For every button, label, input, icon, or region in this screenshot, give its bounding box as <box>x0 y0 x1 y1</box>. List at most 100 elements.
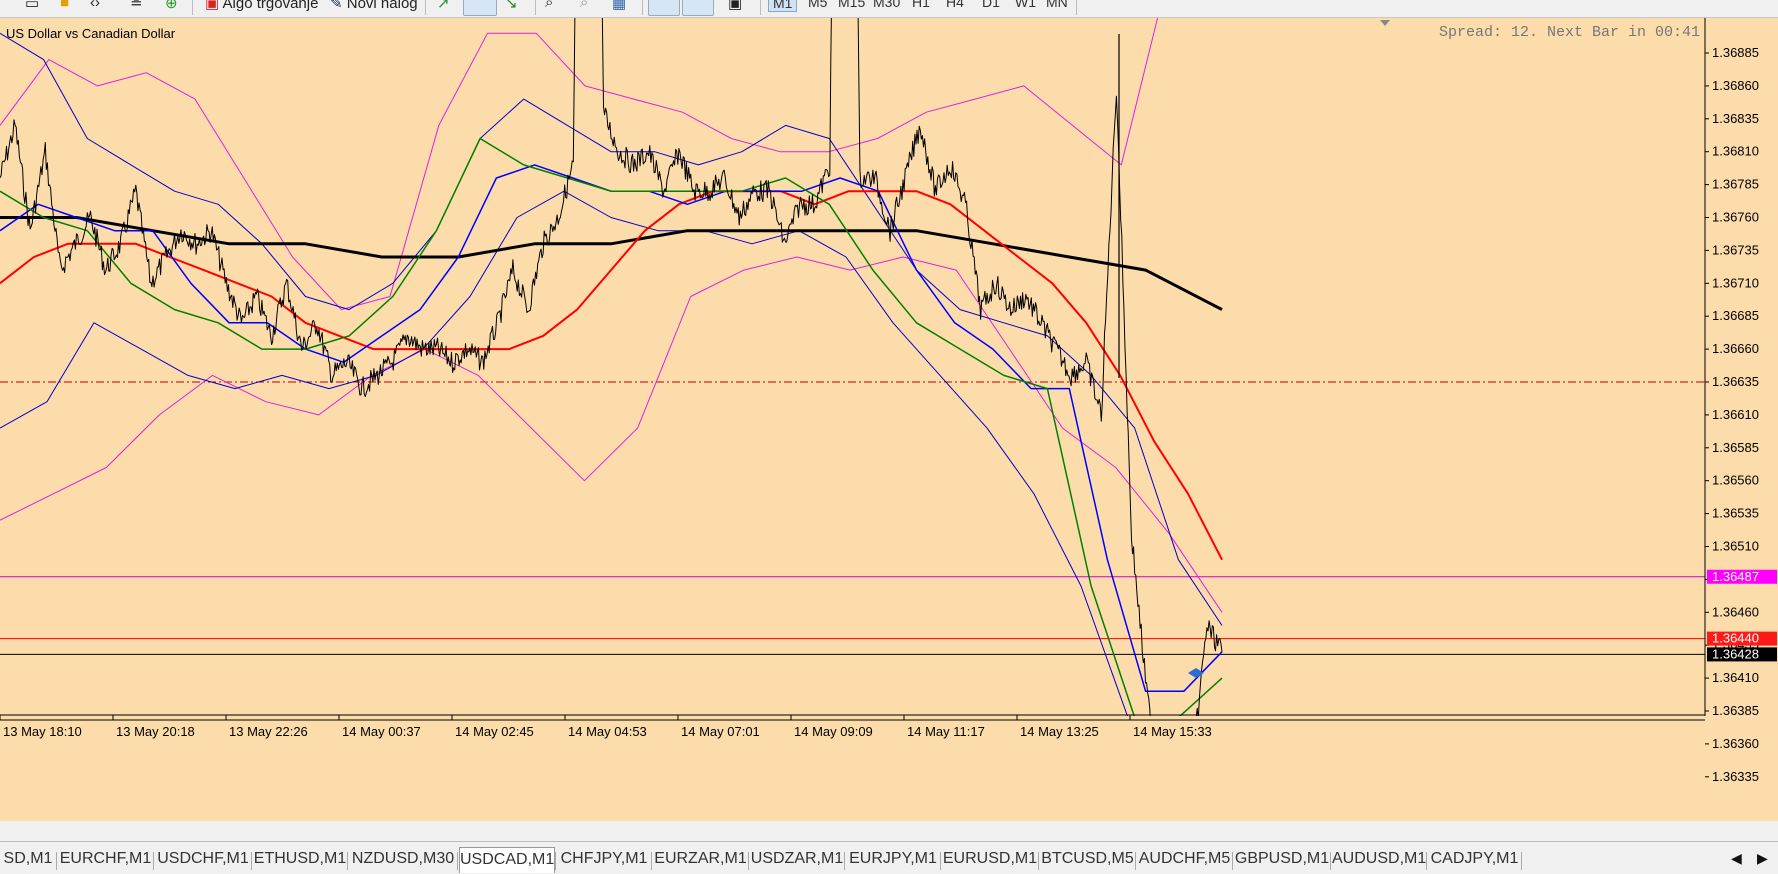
price-label: 1.36428 <box>1712 646 1759 661</box>
buy-icon[interactable]: ↗ <box>437 0 450 14</box>
tab-usdzar-m1[interactable]: USDZAR,M1 <box>750 850 844 872</box>
tab-audusd-m1[interactable]: AUDUSD,M1 <box>1332 850 1426 872</box>
tab-usdcad-m1[interactable]: USDCAD,M1 <box>459 847 555 873</box>
y-tick-label: 1.36460 <box>1712 604 1759 619</box>
zoom-in-icon[interactable]: ⌕ <box>545 0 553 14</box>
timeframe-m30[interactable]: M30 <box>873 0 900 10</box>
tab-eurzar-m1[interactable]: EURZAR,M1 <box>653 850 748 872</box>
tab-separator <box>153 852 154 870</box>
timeframe-m15[interactable]: M15 <box>838 0 865 10</box>
x-tick-label: 13 May 18:10 <box>3 724 82 739</box>
spread-info: Spread: 12. Next Bar in 00:41 <box>1439 24 1700 41</box>
x-tick-label: 14 May 09:09 <box>794 724 873 739</box>
chart-title: US Dollar vs Canadian Dollar <box>6 26 176 41</box>
tab-scroll-right-icon[interactable]: ▶ <box>1757 850 1768 867</box>
tab-separator <box>56 852 57 870</box>
x-tick-label: 13 May 22:26 <box>229 724 308 739</box>
price-label: 1.36440 <box>1712 631 1759 646</box>
tab-separator <box>347 852 348 870</box>
tab-nzdusd-m30[interactable]: NZDUSD,M30 <box>349 850 457 872</box>
tab-eurjpy-m1[interactable]: EURJPY,M1 <box>846 850 940 872</box>
timeframe-w1[interactable]: W1 <box>1015 0 1036 10</box>
tab-navigation: ◀ ▶ <box>1723 848 1778 872</box>
y-tick-label: 1.36410 <box>1712 670 1759 685</box>
add-chart-icon[interactable]: ⊕ <box>165 0 178 14</box>
x-tick-label: 14 May 13:25 <box>1020 724 1099 739</box>
x-tick-label: 14 May 04:53 <box>568 724 647 739</box>
new-order-button[interactable]: ✎ Novi nalog <box>330 0 418 14</box>
chart-window[interactable]: US Dollar vs Canadian Dollar Spread: 12. … <box>0 18 1778 821</box>
tab-separator <box>1330 852 1331 870</box>
y-tick-label: 1.36685 <box>1712 308 1759 323</box>
tab-separator <box>844 852 845 870</box>
timeframe-m5[interactable]: M5 <box>808 0 827 10</box>
ide-icon[interactable]: ▭ <box>25 0 39 14</box>
tab-separator <box>555 852 556 870</box>
algo-label: Algo trgovanje <box>222 0 319 12</box>
tab-gbpusd-m1[interactable]: GBPUSD,M1 <box>1234 850 1330 872</box>
y-tick-label: 1.36635 <box>1712 374 1759 389</box>
y-tick-label: 1.36810 <box>1712 144 1759 159</box>
chart-tabs-bar: SD,M1 EURCHF,M1 USDCHF,M1 ETHUSD,M1 NZDUSD,M… <box>0 841 1778 874</box>
y-tick-label: 1.36360 <box>1712 736 1759 751</box>
tab-sd-m1[interactable]: SD,M1 <box>0 850 56 872</box>
y-tick-label: 1.36660 <box>1712 341 1759 356</box>
y-tick-label: 1.36760 <box>1712 210 1759 225</box>
chart-background <box>0 18 1778 821</box>
tab-separator <box>940 852 941 870</box>
tab-separator <box>1038 852 1039 870</box>
grid-button[interactable] <box>648 0 680 16</box>
y-tick-label: 1.36735 <box>1712 242 1759 257</box>
y-tick-label: 1.36335 <box>1712 769 1759 784</box>
volumes-button[interactable] <box>682 0 714 16</box>
y-tick-label: 1.36885 <box>1712 45 1759 60</box>
tab-separator <box>651 852 652 870</box>
tab-chfjpy-m1[interactable]: CHFJPY,M1 <box>557 850 651 872</box>
timeframe-d1[interactable]: D1 <box>982 0 1000 10</box>
price-label: 1.36487 <box>1712 569 1759 584</box>
x-tick-label: 14 May 07:01 <box>681 724 760 739</box>
chart-type-button[interactable] <box>463 0 497 16</box>
zoom-out-icon[interactable]: ⌕ <box>580 0 588 14</box>
algo-trading-button[interactable]: ▣ Algo trgovanje <box>205 0 318 14</box>
tab-separator <box>457 852 458 870</box>
tab-cadjpy-m1[interactable]: CADJPY,M1 <box>1428 850 1521 872</box>
tab-ethusd-m1[interactable]: ETHUSD,M1 <box>253 850 347 872</box>
y-tick-label: 1.36385 <box>1712 703 1759 718</box>
sell-icon[interactable]: ↘ <box>505 0 518 14</box>
y-tick-label: 1.36860 <box>1712 78 1759 93</box>
timeframe-h1[interactable]: H1 <box>912 0 930 10</box>
x-tick-label: 13 May 20:18 <box>116 724 195 739</box>
profile-icon[interactable]: ≜ <box>130 0 143 14</box>
y-tick-label: 1.36510 <box>1712 539 1759 554</box>
tab-separator <box>748 852 749 870</box>
tab-separator <box>1232 852 1233 870</box>
tab-usdchf-m1[interactable]: USDCHF,M1 <box>155 850 251 872</box>
y-tick-label: 1.36560 <box>1712 473 1759 488</box>
x-tick-label: 14 May 15:33 <box>1133 724 1212 739</box>
timeframe-m1[interactable]: M1 <box>768 0 798 12</box>
y-tick-label: 1.36535 <box>1712 506 1759 521</box>
toolbar: ▭ ■ ‹› ≜ ⊕ ▣ Algo trgovanje ✎ Novi nalog… <box>0 0 1778 18</box>
folder-icon[interactable]: ■ <box>60 0 69 14</box>
tab-eurchf-m1[interactable]: EURCHF,M1 <box>58 850 153 872</box>
tab-eurusd-m1[interactable]: EURUSD,M1 <box>942 850 1038 872</box>
y-tick-label: 1.36710 <box>1712 275 1759 290</box>
tab-scroll-left-icon[interactable]: ◀ <box>1731 850 1742 867</box>
tile-icon[interactable]: ▦ <box>612 0 626 14</box>
y-tick-label: 1.36785 <box>1712 177 1759 192</box>
tab-separator <box>251 852 252 870</box>
y-tick-label: 1.36585 <box>1712 440 1759 455</box>
algo-stop-icon: ▣ <box>205 0 220 12</box>
timeframe-mn[interactable]: MN <box>1046 0 1068 10</box>
timeframe-h4[interactable]: H4 <box>946 0 964 10</box>
new-order-label: Novi nalog <box>346 0 418 12</box>
tab-audchf-m5[interactable]: AUDCHF,M5 <box>1137 850 1232 872</box>
new-order-icon: ✎ <box>330 0 343 12</box>
price-chart[interactable]: US Dollar vs Canadian Dollar Spread: 12. … <box>0 18 1778 821</box>
tab-btcusd-m5[interactable]: BTCUSD,M5 <box>1040 850 1135 872</box>
x-tick-label: 14 May 11:17 <box>907 724 985 739</box>
x-tick-label: 14 May 00:37 <box>342 724 421 739</box>
arrows-icon[interactable]: ‹› <box>90 0 100 14</box>
template-icon[interactable]: ▣ <box>728 0 742 14</box>
